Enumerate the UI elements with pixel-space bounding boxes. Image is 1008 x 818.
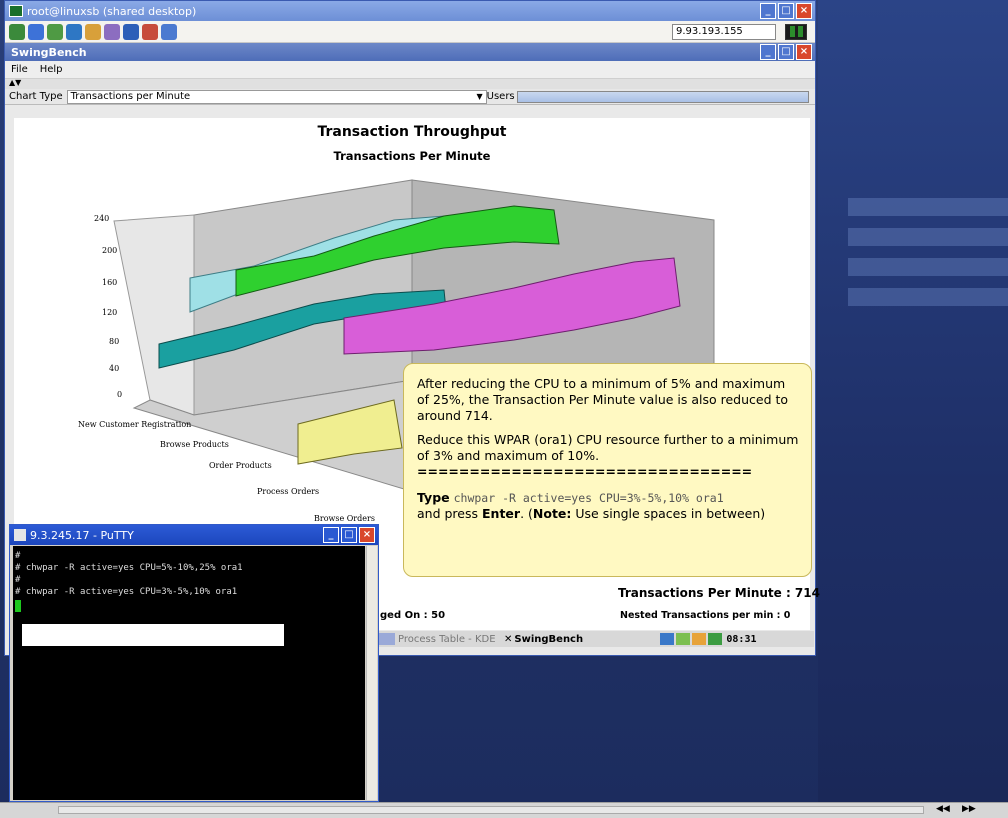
nested-status: Nested Transactions per min : 0 [620,610,791,621]
x-icon: ✕ [504,633,513,645]
callout-note-open: . ( [520,506,533,521]
logo-stripe [848,228,1008,246]
info-icon[interactable] [123,23,139,40]
y-tick: 80 [109,337,119,346]
scroll-track[interactable] [58,806,924,814]
tpm-status: Transactions Per Minute : 714 [618,586,820,600]
maximize-button[interactable]: □ [778,3,794,19]
terminal-line: # chwpar -R active=yes CPU=5%-10%,25% or… [15,563,243,573]
users-slider[interactable] [516,90,809,103]
desktop-background [818,0,1008,802]
tray-icons [660,633,723,645]
remote-title-bar: root@linuxsb (shared desktop) _ □ × [5,1,815,21]
users-label: Users [486,91,515,102]
callout-command: chwpar -R active=yes CPU=3%-5%,10% ora1 [453,491,724,505]
terminal-cursor [15,600,21,612]
y-tick: 40 [109,364,119,373]
task-icon [379,633,395,645]
terminal-line: # chwpar -R active=yes CPU=3%-5%,10% ora… [15,587,238,597]
refresh-icon[interactable] [66,23,82,40]
terminal-line: # [15,551,21,561]
logged-on-status: ged On : 50 [380,610,446,621]
chevron-down-icon: ▼ [476,91,483,101]
puzzle-icon[interactable] [85,23,101,40]
putty-icon [14,529,26,541]
kde-taskbar: Process Table - KDE ✕ SwingBench 08:31 [376,631,814,647]
globe-icon[interactable] [47,23,63,40]
y-tick: 120 [102,308,117,317]
category-label: Browse Orders [314,514,375,523]
network-icon[interactable] [9,23,25,40]
close-button[interactable]: × [796,3,812,19]
putty-window: 9.3.245.17 - PuTTY _ □ × # # chwpar -R a… [9,524,379,802]
chart-type-select[interactable]: Transactions per Minute ▼ [66,89,487,104]
callout-paragraph: After reducing the CPU to a minimum of 5… [417,376,789,423]
terminal-line: # [15,575,21,585]
swingbench-maximize-button[interactable]: □ [778,44,794,60]
rewind-icon[interactable]: ◀◀ [936,804,950,814]
taskbar-item-swingbench[interactable]: SwingBench [514,634,660,645]
callout-command-paragraph: Type chwpar -R active=yes CPU=3%-5%,10% … [417,490,799,522]
chart-type-value: Transactions per Minute [70,90,191,102]
category-label: New Customer Registration [78,420,191,429]
logo-stripe [848,288,1008,306]
y-tick: 200 [102,246,117,255]
menu-file[interactable]: File [11,64,28,75]
putty-minimize-button[interactable]: _ [323,527,339,543]
forward-icon[interactable]: ▶▶ [962,804,976,814]
callout-type-word: Type [417,490,450,505]
gear-icon[interactable] [142,23,158,40]
filter-icon[interactable] [161,23,177,40]
callout-paragraph: Reduce this WPAR (ora1) CPU resource fur… [417,432,799,480]
ip-address-field[interactable]: 9.93.193.155 [672,23,776,40]
category-label: Order Products [209,461,272,470]
menu-bar: File Help [5,61,815,79]
monitor-icon [9,5,23,17]
clock: 08:31 [726,633,757,645]
logo-stripe [848,198,1008,216]
remote-title: root@linuxsb (shared desktop) [27,4,197,18]
callout-and-press: and press [417,506,479,521]
putty-title-bar: 9.3.245.17 - PuTTY _ □ × [10,525,378,545]
font-icon[interactable] [104,23,120,40]
swingbench-minimize-button[interactable]: _ [760,44,776,60]
menu-help[interactable]: Help [40,64,63,75]
swingbench-title-bar: SwingBench _ □ × [5,43,815,61]
y-tick: 0 [117,390,122,399]
putty-terminal[interactable]: # # chwpar -R active=yes CPU=5%-10%,25% … [13,546,365,800]
putty-title: 9.3.245.17 - PuTTY [30,528,134,542]
chart-left-wall [113,214,195,416]
callout-note-label: Note: [532,506,572,521]
minimize-button[interactable]: _ [760,3,776,19]
swingbench-close-button[interactable]: × [796,44,812,60]
callout-note-text: Use single spaces in between) [571,506,766,521]
y-tick: 240 [94,214,109,223]
callout-instruction: Reduce this WPAR (ora1) CPU resource fur… [417,432,799,463]
category-label: Process Orders [257,487,319,496]
chart-type-row: Chart Type Transactions per Minute ▼ Use… [5,89,815,105]
window-icon[interactable] [28,23,44,40]
callout-separator: ================================ [417,464,753,479]
logo-stripe [848,258,1008,276]
connection-status-icon [785,23,807,40]
remote-toolbar: 9.93.193.155 [5,21,815,43]
putty-close-button[interactable]: × [359,527,375,543]
viewer-control-bar: ◀◀ ▶▶ [0,802,1008,818]
chart-type-label: Chart Type [9,91,63,102]
taskbar-item-process-table[interactable]: Process Table - KDE [398,634,504,645]
putty-scrollbar[interactable] [366,546,377,800]
swingbench-title: SwingBench [11,45,87,59]
terminal-highlight [22,624,284,646]
y-tick: 160 [102,278,117,287]
callout-enter: Enter [482,506,521,521]
toolbar-handle[interactable]: ▲▼ [5,79,815,89]
putty-maximize-button[interactable]: □ [341,527,357,543]
instruction-callout: After reducing the CPU to a minimum of 5… [403,363,812,577]
category-label: Browse Products [160,440,229,449]
